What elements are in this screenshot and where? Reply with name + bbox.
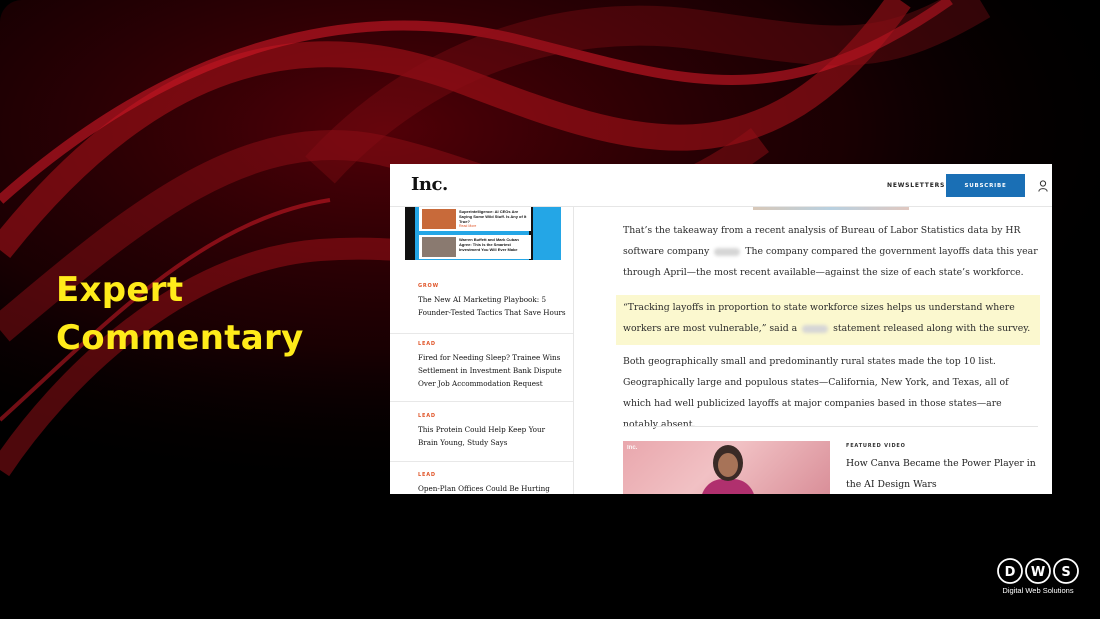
promo-card[interactable]: Warren Buffett and Mark Cuban Agree: Thi… (419, 235, 531, 259)
sidebar-item-tag: GROW (418, 283, 439, 289)
article-screenshot: Inc. NEWSLETTERS SUBSCRIBE Superintellig… (390, 164, 1052, 494)
sidebar-item-tag: LEAD (418, 341, 436, 347)
slide: Expert Commentary Inc. NEWSLETTERS SUBSC… (0, 0, 1100, 619)
promo-card-title: Superintelligence: AI CEOs Are Saying So… (459, 209, 527, 224)
quote-text: statement released along with the survey… (833, 323, 1031, 334)
redacted-company-name (802, 324, 829, 333)
promo-thumbnail (422, 237, 456, 257)
brand-tagline: Digital Web Solutions (1002, 586, 1074, 595)
svg-text:D: D (1005, 565, 1016, 580)
sidebar-item-title[interactable]: Fired for Needing Sleep? Trainee Wins Se… (418, 352, 566, 390)
sidebar-item-title[interactable]: Open-Plan Offices Could Be Hurting (418, 483, 566, 494)
quote-paragraph: “Tracking layoffs in proportion to state… (623, 297, 1038, 339)
site-header: Inc. NEWSLETTERS SUBSCRIBE (390, 164, 1052, 207)
subscribe-button[interactable]: SUBSCRIBE (946, 174, 1025, 197)
sidebar-item-tag: LEAD (418, 472, 436, 478)
featured-video-tag: FEATURED VIDEO (846, 443, 906, 449)
sidebar-item[interactable]: GROW The New AI Marketing Playbook: 5 Fo… (390, 283, 573, 334)
promo-card[interactable]: Superintelligence: AI CEOs Are Saying So… (419, 207, 531, 231)
video-logo: Inc. (627, 445, 638, 451)
sidebar-item-title[interactable]: This Protein Could Help Keep Your Brain … (418, 424, 566, 450)
featured-video-title[interactable]: How Canva Became the Power Player in the… (846, 453, 1036, 494)
svg-text:S: S (1061, 565, 1070, 580)
redacted-company-name (714, 247, 741, 256)
article-paragraph: Both geographically small and predominan… (623, 356, 1009, 430)
article-body: That’s the takeaway from a recent analys… (616, 207, 1043, 494)
promo-thumbnail (422, 209, 456, 229)
headline-line-2: Commentary (56, 318, 304, 358)
sidebar: Superintelligence: AI CEOs Are Saying So… (390, 207, 574, 494)
article-paragraph: That’s the takeaway from a recent analys… (623, 220, 1038, 283)
newsletters-link[interactable]: NEWSLETTERS (887, 182, 945, 189)
promo-card-title: Warren Buffett and Mark Cuban Agree: Thi… (459, 237, 519, 252)
sidebar-item-title[interactable]: The New AI Marketing Playbook: 5 Founder… (418, 294, 566, 320)
video-person (718, 453, 738, 477)
headline: Expert Commentary (56, 266, 304, 362)
article-image-edge (753, 207, 909, 210)
site-logo[interactable]: Inc. (411, 174, 448, 195)
featured-video-thumbnail[interactable]: Inc. (623, 441, 830, 494)
sidebar-item[interactable]: LEAD Open-Plan Offices Could Be Hurting (390, 472, 573, 494)
promo-read-more[interactable]: Read More (459, 224, 476, 228)
video-person (701, 479, 755, 494)
headline-line-1: Expert (56, 270, 184, 310)
sidebar-item[interactable]: LEAD This Protein Could Help Keep Your B… (390, 413, 573, 462)
sidebar-item-tag: LEAD (418, 413, 436, 419)
user-icon[interactable] (1038, 180, 1048, 192)
sidebar-item[interactable]: LEAD Fired for Needing Sleep? Trainee Wi… (390, 341, 573, 402)
promo-banner[interactable]: Superintelligence: AI CEOs Are Saying So… (405, 207, 561, 260)
promo-stripe (405, 207, 415, 260)
divider (623, 426, 1038, 427)
svg-text:W: W (1031, 565, 1045, 580)
